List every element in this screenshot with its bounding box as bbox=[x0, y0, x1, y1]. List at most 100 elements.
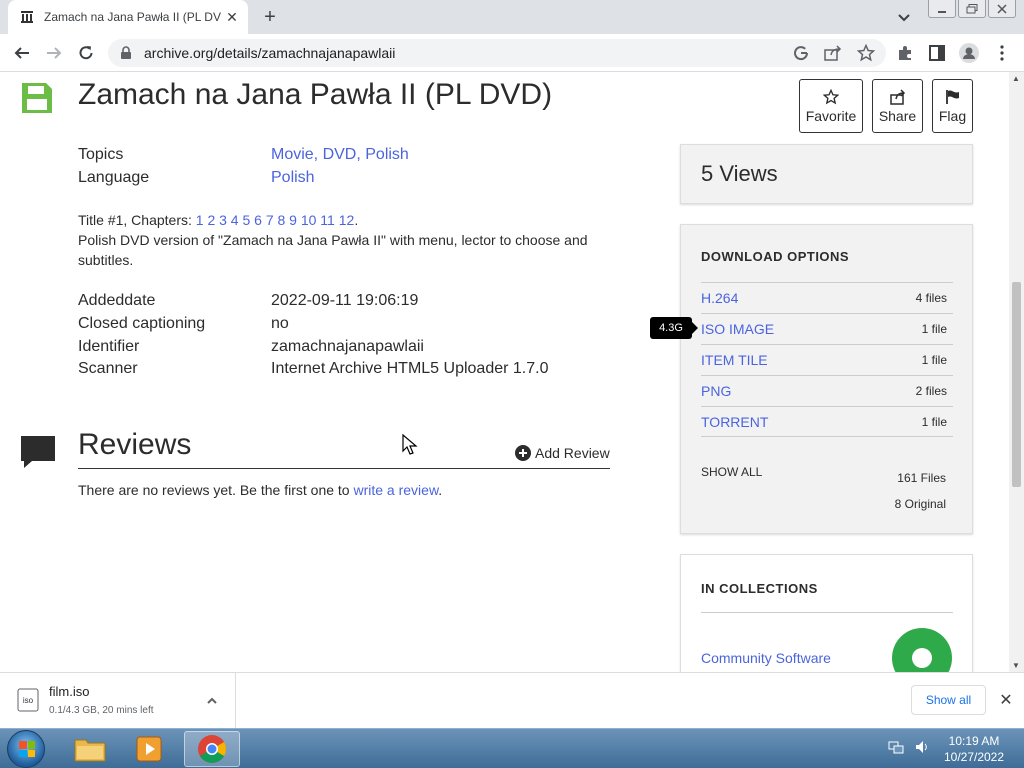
add-review-label: Add Review bbox=[535, 445, 610, 461]
star-icon bbox=[823, 88, 839, 104]
chapters-suffix: . bbox=[354, 212, 359, 228]
download-file-count: 1 file bbox=[921, 353, 947, 367]
download-row[interactable]: ITEM TILE 1 file bbox=[701, 344, 953, 375]
favorite-label: Favorite bbox=[805, 107, 857, 124]
views-box: 5 Views bbox=[680, 144, 973, 204]
collection-logo-icon[interactable] bbox=[892, 628, 952, 672]
item-title: Zamach na Jana Pawła II (PL DVD) bbox=[78, 78, 553, 111]
closed-captioning-label: Closed captioning bbox=[78, 315, 206, 332]
volume-icon[interactable] bbox=[914, 739, 930, 760]
taskbar-clock[interactable]: 10:19 AM 10/27/2022 bbox=[938, 733, 1010, 765]
reload-icon[interactable] bbox=[75, 42, 97, 64]
download-format-link[interactable]: ISO IMAGE bbox=[701, 321, 774, 337]
google-icon[interactable] bbox=[790, 42, 812, 64]
back-arrow-icon[interactable] bbox=[11, 42, 33, 64]
collections-box: IN COLLECTIONS Community Software bbox=[680, 554, 973, 672]
minimize-icon[interactable] bbox=[928, 0, 956, 18]
language-label: Language bbox=[78, 169, 150, 186]
download-row[interactable]: ISO IMAGE 1 file bbox=[701, 313, 953, 344]
side-panel-icon[interactable] bbox=[926, 42, 948, 64]
flag-icon bbox=[945, 89, 959, 104]
bookmark-star-icon[interactable] bbox=[855, 42, 877, 64]
reviews-speech-bubble-icon bbox=[20, 434, 56, 470]
views-count: 5 Views bbox=[701, 161, 778, 186]
menu-kebab-icon[interactable] bbox=[991, 42, 1013, 64]
browser-toolbar: archive.org/details/zamachnajanapawlaii bbox=[0, 34, 1024, 72]
lock-icon[interactable] bbox=[120, 46, 132, 60]
page-scrollbar[interactable]: ▲ ▼ bbox=[1009, 72, 1024, 672]
clock-date: 10/27/2022 bbox=[943, 750, 1005, 764]
flag-button[interactable]: Flag bbox=[932, 79, 973, 133]
chapter-links[interactable]: 1 2 3 4 5 6 7 8 9 10 11 12 bbox=[196, 212, 355, 228]
no-reviews-suffix: . bbox=[438, 482, 443, 498]
topics-label: Topics bbox=[78, 146, 124, 163]
scrollbar-thumb[interactable] bbox=[1012, 282, 1021, 487]
plus-circle-icon bbox=[515, 445, 531, 461]
addeddate-value: 2022-09-11 19:06:19 bbox=[271, 292, 419, 309]
archive-favicon-icon bbox=[20, 10, 34, 24]
show-all-downloads-button[interactable]: Show all bbox=[911, 685, 986, 715]
download-item[interactable]: iso film.iso 0.1/4.3 GB, 20 mins left bbox=[0, 673, 236, 728]
profile-avatar-icon[interactable] bbox=[958, 42, 980, 64]
chrome-icon[interactable] bbox=[184, 731, 240, 767]
download-format-link[interactable]: PNG bbox=[701, 383, 731, 399]
scroll-down-icon[interactable]: ▼ bbox=[1012, 661, 1020, 670]
restore-icon[interactable] bbox=[958, 0, 986, 18]
no-reviews-text: There are no reviews yet. Be the first o… bbox=[78, 482, 442, 498]
download-row[interactable]: TORRENT 1 file bbox=[701, 406, 953, 437]
download-filename: film.iso bbox=[49, 684, 90, 699]
chevron-up-icon[interactable] bbox=[204, 693, 220, 709]
tab-close-icon[interactable]: ✕ bbox=[222, 7, 242, 27]
no-reviews-message: There are no reviews yet. Be the first o… bbox=[78, 482, 350, 498]
download-file-count: 1 file bbox=[921, 414, 947, 429]
media-player-icon[interactable] bbox=[122, 731, 178, 767]
download-format-link[interactable]: TORRENT bbox=[701, 414, 768, 430]
share-icon bbox=[889, 88, 905, 105]
share-button[interactable]: Share bbox=[872, 79, 923, 133]
addeddate-label: Addeddate bbox=[78, 292, 156, 309]
address-bar[interactable]: archive.org/details/zamachnajanapawlaii bbox=[108, 39, 886, 67]
flag-label: Flag bbox=[938, 107, 967, 124]
write-review-link[interactable]: write a review bbox=[353, 482, 438, 498]
add-review-button[interactable]: Add Review bbox=[515, 445, 610, 461]
total-files-count: 161 Files bbox=[897, 471, 946, 485]
windows-taskbar: 10:19 AM 10/27/2022 bbox=[0, 728, 1024, 768]
download-status: 0.1/4.3 GB, 20 mins left bbox=[49, 705, 154, 716]
share-page-icon[interactable] bbox=[822, 42, 844, 64]
tab-title: Zamach na Jana Pawła II (PL DVD bbox=[44, 10, 222, 24]
scanner-label: Scanner bbox=[78, 360, 138, 377]
show-all-link[interactable]: SHOW ALL bbox=[701, 465, 762, 479]
reviews-heading: Reviews bbox=[78, 428, 192, 461]
start-button[interactable] bbox=[7, 730, 45, 768]
window-close-icon[interactable] bbox=[988, 0, 1016, 18]
download-row[interactable]: PNG 2 files bbox=[701, 375, 953, 406]
browser-tab[interactable]: Zamach na Jana Pawła II (PL DVD ✕ bbox=[8, 0, 248, 34]
download-file-count: 4 files bbox=[915, 291, 947, 305]
download-row[interactable]: H.264 4 files bbox=[701, 282, 953, 313]
download-format-link[interactable]: ITEM TILE bbox=[701, 352, 768, 368]
topics-value[interactable]: Movie, DVD, Polish bbox=[271, 146, 409, 164]
download-format-link[interactable]: H.264 bbox=[701, 290, 738, 306]
collection-link[interactable]: Community Software bbox=[701, 650, 831, 666]
tab-search-chevron-icon[interactable] bbox=[894, 7, 914, 27]
language-value[interactable]: Polish bbox=[271, 169, 315, 187]
download-bar: iso film.iso 0.1/4.3 GB, 20 mins left Sh… bbox=[0, 672, 1024, 728]
identifier-label: Identifier bbox=[78, 338, 140, 355]
svg-text:iso: iso bbox=[23, 696, 34, 705]
floppy-disk-icon bbox=[21, 82, 53, 114]
mouse-cursor-icon bbox=[402, 433, 418, 456]
download-bar-close-icon[interactable]: ✕ bbox=[996, 690, 1016, 710]
collections-divider bbox=[701, 612, 953, 613]
scanner-value: Internet Archive HTML5 Uploader 1.7.0 bbox=[271, 360, 549, 377]
extensions-puzzle-icon[interactable] bbox=[894, 42, 916, 64]
forward-arrow-icon[interactable] bbox=[43, 42, 65, 64]
favorite-button[interactable]: Favorite bbox=[799, 79, 863, 133]
scroll-up-icon[interactable]: ▲ bbox=[1012, 74, 1020, 83]
collections-title: IN COLLECTIONS bbox=[701, 581, 818, 596]
new-tab-button[interactable]: + bbox=[258, 6, 282, 28]
network-icon[interactable] bbox=[888, 739, 904, 760]
system-tray bbox=[888, 729, 930, 768]
download-options-box: DOWNLOAD OPTIONS H.264 4 files ISO IMAGE… bbox=[680, 224, 973, 534]
file-explorer-icon[interactable] bbox=[62, 731, 118, 767]
url-text: archive.org/details/zamachnajanapawlaii bbox=[144, 45, 396, 61]
